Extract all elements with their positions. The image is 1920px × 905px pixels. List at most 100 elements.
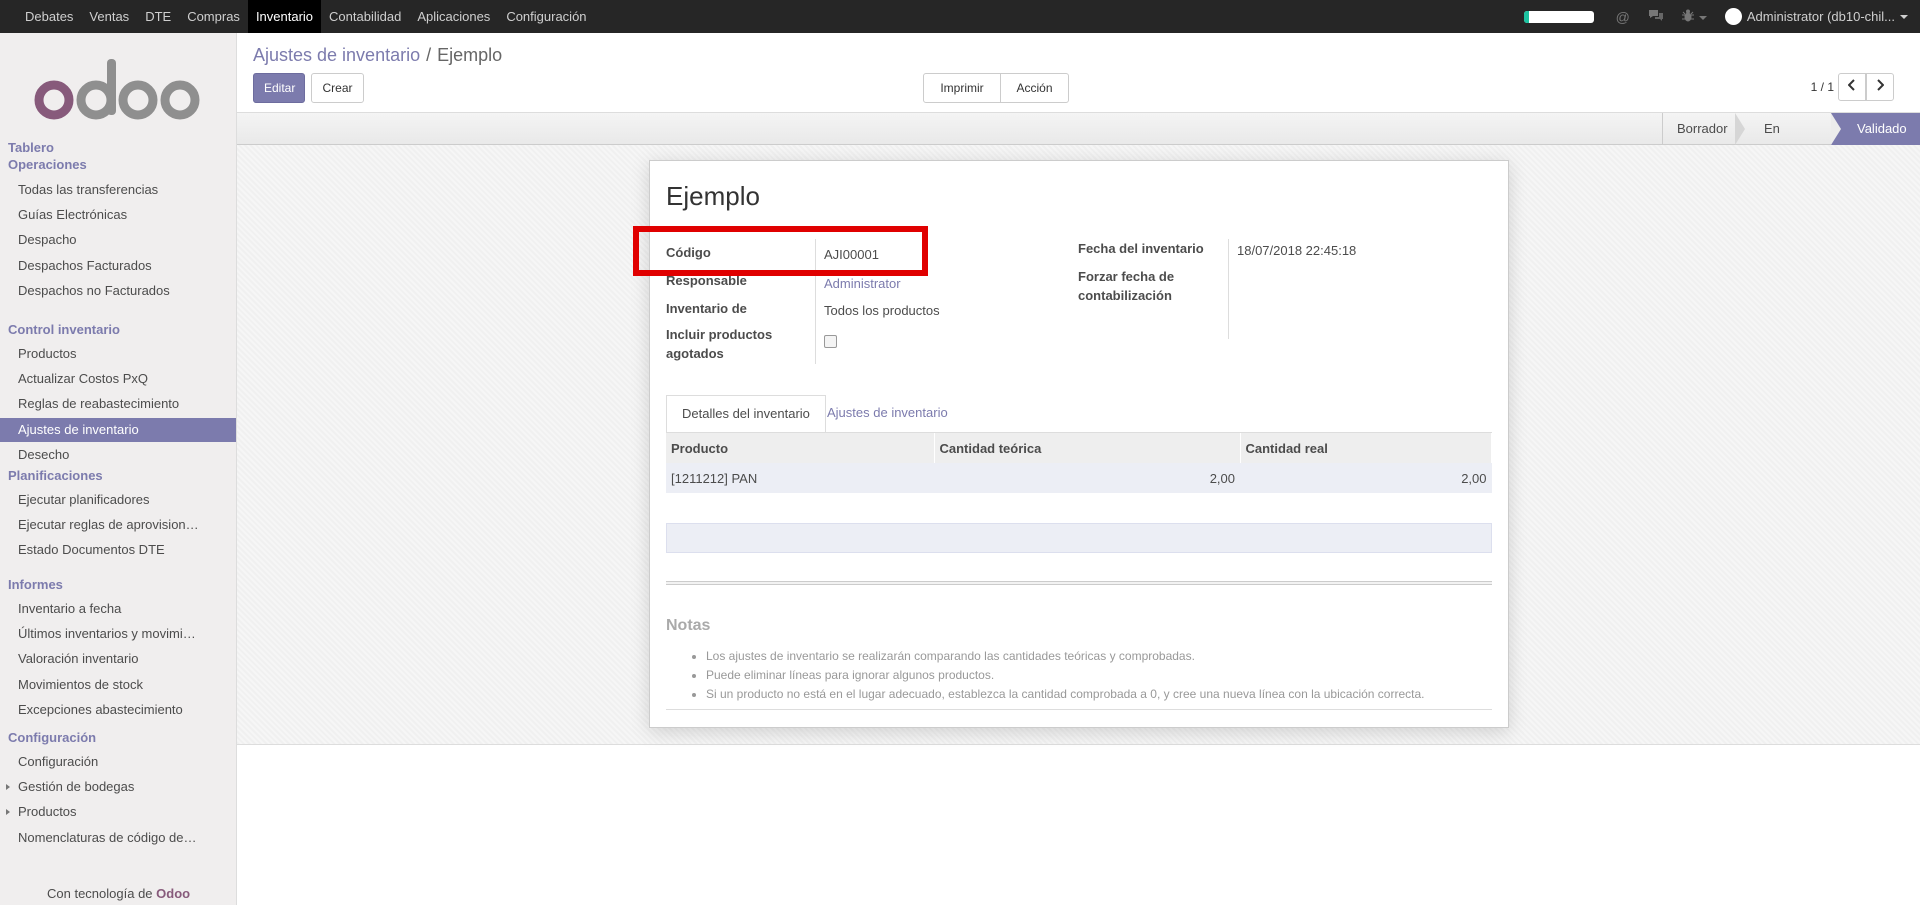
- pager-value[interactable]: 1 / 1: [1811, 80, 1834, 94]
- stage-en-proceso[interactable]: En proceso: [1746, 113, 1839, 168]
- debug-bug-icon[interactable]: [1681, 9, 1707, 25]
- sidebar-item[interactable]: Ejecutar reglas de aprovision…: [0, 513, 236, 537]
- menu-dte[interactable]: DTE: [137, 0, 179, 33]
- pager-previous-button[interactable]: [1838, 73, 1866, 101]
- breadcrumb-parent-link[interactable]: Ajustes de inventario: [253, 45, 420, 65]
- sidebar-item-label: Productos: [18, 346, 77, 361]
- forzar-fecha-label: Forzar fecha de contabilización: [1078, 267, 1174, 305]
- sidebar-section-configuración[interactable]: Configuración: [8, 730, 96, 745]
- sidebar-item[interactable]: Despachos no Facturados: [0, 279, 236, 303]
- edit-button[interactable]: Editar: [253, 73, 305, 103]
- sidebar-item[interactable]: Últimos inventarios y movimi…: [0, 622, 236, 646]
- chevron-down-icon: [1900, 14, 1908, 19]
- sidebar-item[interactable]: Despachos Facturados: [0, 254, 236, 278]
- sidebar-item-label: Últimos inventarios y movimi…: [18, 626, 196, 642]
- menu-aplicaciones[interactable]: Aplicaciones: [409, 0, 498, 33]
- at-mention-icon[interactable]: @: [1616, 9, 1630, 25]
- field-divider: [1228, 239, 1229, 339]
- sidebar-item[interactable]: Productos: [0, 342, 236, 366]
- sidebar-item[interactable]: Productos: [0, 800, 236, 824]
- menu-inventario[interactable]: Inventario: [247, 0, 322, 33]
- stage-separator: [1735, 113, 1745, 145]
- sidebar-item[interactable]: Valoración inventario: [0, 647, 236, 671]
- sidebar-item[interactable]: Excepciones abastecimiento: [0, 698, 236, 722]
- top-navbar: Debates Ventas DTE Compras Inventario Co…: [0, 0, 1920, 33]
- sidebar-item-label: Nomenclaturas de código de…: [18, 829, 197, 845]
- incluir-label-line1: Incluir productos: [666, 327, 773, 342]
- odoo-logo[interactable]: [34, 51, 200, 125]
- sidebar-item-label: Todas las transferencias: [18, 182, 159, 197]
- column-header-producto[interactable]: Producto: [666, 433, 935, 463]
- sidebar-item[interactable]: Configuración: [0, 750, 236, 774]
- sidebar-item-label: Inventario a fecha: [18, 601, 122, 616]
- sidebar-item[interactable]: Inventario a fecha: [0, 597, 236, 621]
- sidebar-item-label: Guías Electrónicas: [18, 207, 128, 223]
- menu-compras[interactable]: Compras: [179, 0, 248, 33]
- sidebar-item-label: Ajustes de inventario: [18, 421, 139, 437]
- sidebar-item-label: Despachos Facturados: [18, 257, 152, 273]
- sidebar-section-informes[interactable]: Informes: [8, 577, 63, 592]
- sidebar-item[interactable]: Todas las transferencias: [0, 178, 236, 202]
- stage-validado[interactable]: Validado: [1831, 113, 1920, 145]
- expand-triangle-icon: [6, 784, 10, 791]
- table-row[interactable]: [1211212] PAN 2,00 2,00: [666, 463, 1492, 493]
- sidebar-item[interactable]: Guías Electrónicas: [0, 203, 236, 227]
- sidebar-item[interactable]: Ajustes de inventario: [0, 417, 236, 442]
- incluir-agotados-checkbox[interactable]: [824, 335, 837, 348]
- sidebar-item[interactable]: Ejecutar planificadores: [0, 488, 236, 512]
- menu-debates[interactable]: Debates: [17, 0, 81, 33]
- sidebar-section-planificaciones[interactable]: Planificaciones: [8, 468, 103, 483]
- tab-detalles-inventario[interactable]: Detalles del inventario: [666, 395, 826, 433]
- column-header-cantidad-teorica[interactable]: Cantidad teórica: [934, 433, 1241, 463]
- sidebar-item[interactable]: Reglas de reabastecimiento: [0, 392, 236, 416]
- stage-separator: [1831, 113, 1841, 145]
- sidebar-item[interactable]: Nomenclaturas de código de…: [0, 826, 236, 850]
- avatar: [1724, 8, 1742, 25]
- breadcrumb-separator: /: [426, 45, 432, 65]
- sidebar-item-label: Ejecutar reglas de aprovision…: [18, 517, 199, 533]
- sidebar-item[interactable]: Estado Documentos DTE: [0, 538, 236, 562]
- breadcrumb: Ajustes de inventario / Ejemplo: [253, 45, 502, 66]
- user-name: Administrator (db10-chil...: [1746, 9, 1895, 24]
- tab-ajustes-inventario[interactable]: Ajustes de inventario: [812, 395, 963, 433]
- sidebar-dashboard-link[interactable]: Tablero: [8, 140, 54, 155]
- user-menu[interactable]: Administrator (db10-chil...: [1724, 8, 1908, 25]
- sidebar-section-operaciones[interactable]: Operaciones: [8, 157, 87, 172]
- powered-brand-link[interactable]: Odoo: [156, 886, 190, 901]
- chevron-down-icon: [1698, 15, 1707, 20]
- sidebar-item[interactable]: Actualizar Costos PxQ: [0, 367, 236, 391]
- chat-bubbles-icon[interactable]: [1648, 9, 1664, 25]
- inventory-lines-table: Producto Cantidad teórica Cantidad real …: [666, 433, 1492, 493]
- planner-progress-bar[interactable]: [1523, 10, 1594, 23]
- sidebar-item[interactable]: Desecho: [0, 443, 236, 467]
- sidebar-item-label: Excepciones abastecimiento: [18, 701, 183, 717]
- sidebar-section-control-inventario[interactable]: Control inventario: [8, 322, 120, 337]
- responsable-link[interactable]: Administrator: [824, 276, 901, 291]
- chevron-right-icon: [1877, 79, 1885, 91]
- column-header-cantidad-real[interactable]: Cantidad real: [1240, 433, 1492, 463]
- notes-title: Notas: [666, 617, 711, 634]
- print-dropdown[interactable]: Imprimir: [923, 73, 1001, 119]
- sidebar-item-label: Despacho: [18, 232, 77, 248]
- action-dropdown[interactable]: Acción: [1000, 73, 1069, 119]
- create-button[interactable]: Crear: [311, 73, 364, 103]
- action-label: Acción: [1016, 81, 1053, 95]
- sidebar-item-label: Ejecutar planificadores: [18, 492, 150, 507]
- list-item: Si un producto no está en el lugar adecu…: [706, 685, 1424, 704]
- sidebar-item-label: Gestión de bodegas: [18, 779, 135, 795]
- inventario-de-value: Todos los productos: [824, 303, 940, 318]
- forzar-label-line2: contabilización: [1078, 288, 1172, 303]
- menu-contabilidad[interactable]: Contabilidad: [321, 0, 409, 33]
- notes-divider: [666, 709, 1492, 710]
- sidebar-item-label: Movimientos de stock: [18, 676, 143, 692]
- fecha-inventario-label: Fecha del inventario: [1078, 241, 1204, 256]
- print-label: Imprimir: [940, 81, 984, 95]
- sidebar-item[interactable]: Despacho: [0, 228, 236, 252]
- menu-configuracion[interactable]: Configuración: [498, 0, 594, 33]
- stage-borrador[interactable]: Borrador: [1662, 113, 1736, 145]
- pager-next-button[interactable]: [1866, 73, 1894, 101]
- menu-ventas[interactable]: Ventas: [81, 0, 137, 33]
- sidebar-item[interactable]: Movimientos de stock: [0, 673, 236, 697]
- sidebar-item[interactable]: Gestión de bodegas: [0, 775, 236, 799]
- cell-cantidad-real: 2,00: [1240, 463, 1492, 493]
